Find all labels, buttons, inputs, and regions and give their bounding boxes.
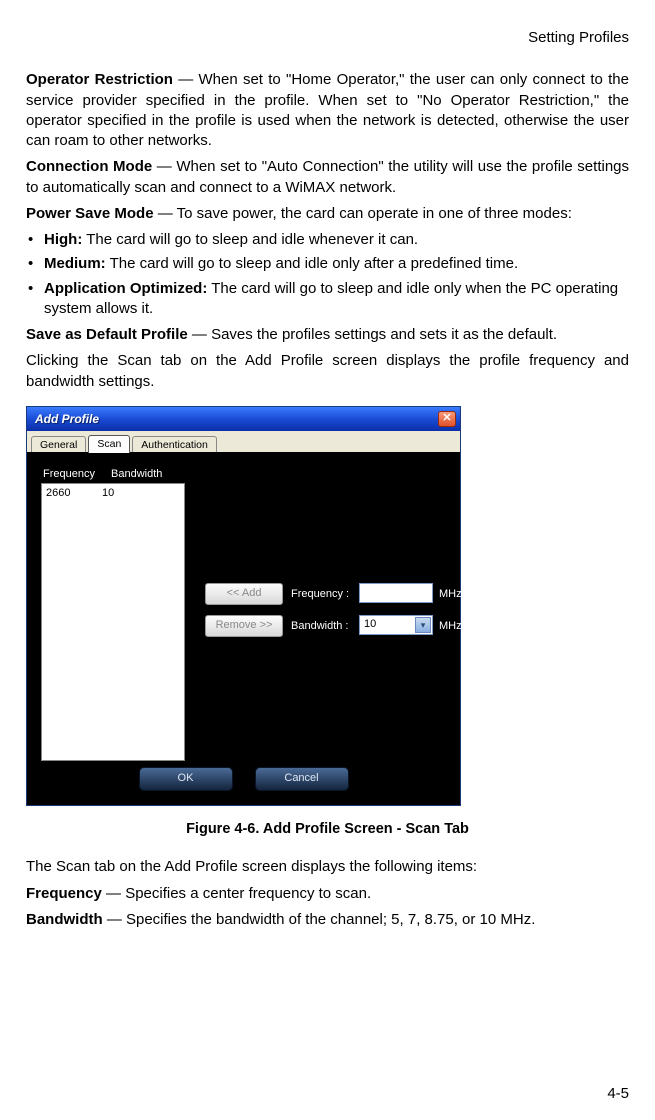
ok-button[interactable]: OK	[139, 767, 233, 791]
list-headers: Frequency Bandwidth	[43, 467, 162, 482]
term-save-default: Save as Default Profile	[26, 326, 188, 343]
add-profile-window: Add Profile ✕ General Scan Authenticatio…	[26, 406, 461, 806]
add-button[interactable]: << Add	[205, 583, 283, 605]
remove-button[interactable]: Remove >>	[205, 615, 283, 637]
close-icon: ✕	[442, 411, 451, 426]
tab-row: General Scan Authentication	[27, 431, 460, 453]
tab-authentication[interactable]: Authentication	[132, 436, 217, 452]
text-frequency: — Specifies a center frequency to scan.	[102, 885, 371, 902]
tab-scan[interactable]: Scan	[88, 435, 130, 453]
page-number: 4-5	[607, 1084, 629, 1104]
para-scan-intro: Clicking the Scan tab on the Add Profile…	[26, 351, 629, 392]
cell-bandwidth: 10	[102, 486, 114, 501]
para-bandwidth: Bandwidth — Specifies the bandwidth of t…	[26, 910, 629, 930]
list-item: Medium: The card will go to sleep and id…	[26, 254, 629, 274]
term-conn-mode: Connection Mode	[26, 158, 152, 175]
list-item: Application Optimized: The card will go …	[26, 279, 629, 320]
label-bandwidth: Bandwidth :	[291, 619, 348, 634]
term-bandwidth: Bandwidth	[26, 911, 103, 928]
figure-caption: Figure 4-6. Add Profile Screen - Scan Ta…	[26, 820, 629, 840]
power-mode-list: High: The card will go to sleep and idle…	[26, 230, 629, 319]
bandwidth-value: 10	[364, 617, 376, 632]
para-power-save: Power Save Mode — To save power, the car…	[26, 204, 629, 224]
chevron-down-icon: ▾	[415, 617, 431, 633]
term-frequency: Frequency	[26, 885, 102, 902]
para-operator-restriction: Operator Restriction — When set to "Home…	[26, 70, 629, 151]
para-frequency: Frequency — Specifies a center frequency…	[26, 884, 629, 904]
cell-frequency: 2660	[46, 486, 102, 501]
frequency-input[interactable]	[359, 583, 433, 603]
para-save-default: Save as Default Profile — Saves the prof…	[26, 325, 629, 345]
table-row[interactable]: 2660 10	[46, 486, 180, 501]
tab-general[interactable]: General	[31, 436, 86, 452]
mode-term: High:	[44, 231, 82, 248]
list-item: High: The card will go to sleep and idle…	[26, 230, 629, 250]
label-frequency: Frequency :	[291, 587, 349, 602]
unit-frequency: MHz	[439, 587, 462, 602]
close-button[interactable]: ✕	[438, 411, 456, 427]
term-op-restriction: Operator Restriction	[26, 71, 173, 88]
mode-term: Application Optimized:	[44, 280, 207, 297]
mode-text: The card will go to sleep and idle only …	[106, 255, 518, 272]
text-bandwidth: — Specifies the bandwidth of the channel…	[103, 911, 536, 928]
text-power-save: — To save power, the card can operate in…	[154, 205, 572, 222]
scan-panel: Frequency Bandwidth 2660 10 << Add Remov…	[27, 453, 460, 805]
action-buttons: OK Cancel	[27, 767, 460, 791]
para-scan-desc: The Scan tab on the Add Profile screen d…	[26, 857, 629, 877]
header-bandwidth: Bandwidth	[111, 467, 162, 482]
cancel-button[interactable]: Cancel	[255, 767, 349, 791]
para-connection-mode: Connection Mode — When set to "Auto Conn…	[26, 157, 629, 198]
unit-bandwidth: MHz	[439, 619, 462, 634]
page-section-header: Setting Profiles	[26, 28, 629, 48]
bandwidth-select[interactable]: 10 ▾	[359, 615, 433, 635]
figure-add-profile: Add Profile ✕ General Scan Authenticatio…	[26, 406, 629, 806]
mode-text: The card will go to sleep and idle whene…	[82, 231, 418, 248]
header-frequency: Frequency	[43, 467, 111, 482]
titlebar: Add Profile ✕	[27, 407, 460, 431]
text-save-default: — Saves the profiles settings and sets i…	[188, 326, 557, 343]
window-title: Add Profile	[35, 411, 99, 427]
mode-term: Medium:	[44, 255, 106, 272]
term-power-save: Power Save Mode	[26, 205, 154, 222]
frequency-listbox[interactable]: 2660 10	[41, 483, 185, 761]
